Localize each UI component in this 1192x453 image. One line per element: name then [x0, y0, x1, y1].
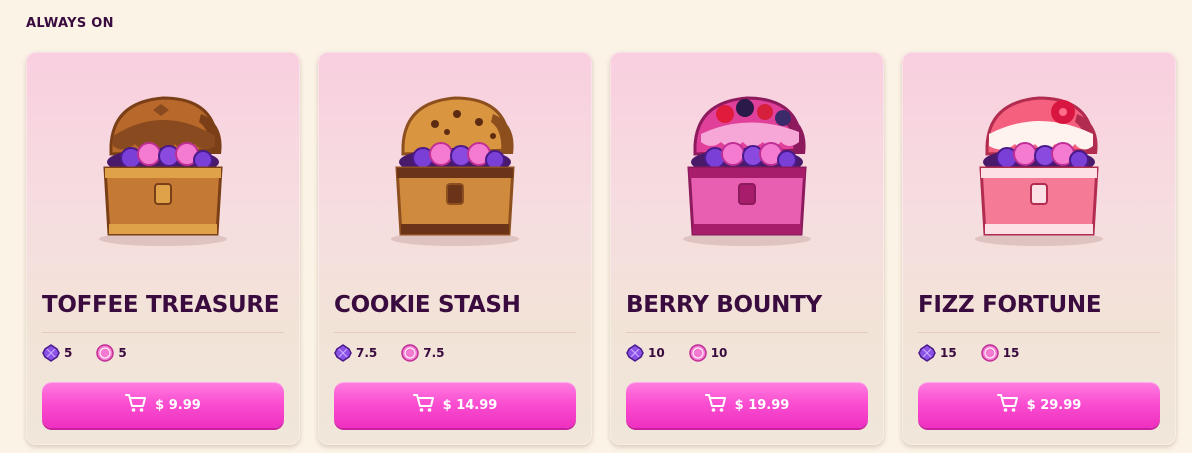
coin-reward: 10 [688, 344, 728, 362]
offer-card: FIZZ FORTUNE 15 15 $ 29.99 [902, 52, 1176, 445]
offer-title: COOKIE STASH [334, 292, 521, 318]
buy-button[interactable]: $ 19.99 [626, 382, 868, 428]
coin-reward: 15 [980, 344, 1020, 362]
chest-image [375, 84, 535, 249]
coin-amount: 5 [118, 346, 127, 360]
chest-image [83, 84, 243, 249]
offer-card: COOKIE STASH 7.5 7.5 $ 14.99 [318, 52, 592, 445]
reward-row: 10 10 [626, 344, 751, 362]
shopping-cart-icon [996, 393, 1019, 417]
shopping-cart-icon [412, 393, 435, 417]
buy-button[interactable]: $ 9.99 [42, 382, 284, 428]
price-label: $ 9.99 [155, 397, 201, 413]
divider [918, 332, 1160, 333]
purple-gem-icon [626, 344, 644, 362]
gem-reward: 10 [626, 344, 665, 362]
pink-coin-icon [96, 344, 115, 362]
pink-coin-icon [401, 344, 420, 362]
buy-button[interactable]: $ 14.99 [334, 382, 576, 428]
price-label: $ 19.99 [734, 397, 790, 413]
coin-reward: 5 [96, 344, 127, 362]
gem-amount: 10 [648, 346, 665, 360]
offer-list: TOFFEE TREASURE 5 5 $ 9.99 COOKIE STASH … [26, 52, 1176, 445]
purple-gem-icon [918, 344, 936, 362]
gem-reward: 7.5 [334, 344, 377, 362]
coin-amount: 7.5 [423, 346, 445, 360]
price-label: $ 14.99 [442, 397, 498, 413]
shopping-cart-icon [125, 393, 147, 417]
price-label: $ 29.99 [1026, 397, 1082, 413]
reward-row: 7.5 7.5 [334, 344, 469, 362]
divider [626, 332, 868, 333]
buy-button[interactable]: $ 29.99 [918, 382, 1160, 428]
gem-reward: 15 [918, 344, 957, 362]
reward-row: 5 5 [42, 344, 151, 362]
purple-gem-icon [42, 344, 60, 362]
offer-card: BERRY BOUNTY 10 10 $ 19.99 [610, 52, 884, 445]
offer-title: BERRY BOUNTY [626, 292, 822, 318]
pink-coin-icon [980, 344, 999, 362]
gem-amount: 7.5 [356, 346, 378, 360]
divider [42, 332, 284, 333]
reward-row: 15 15 [918, 344, 1043, 362]
divider [334, 332, 576, 333]
gem-amount: 5 [64, 346, 73, 360]
section-title: ALWAYS ON [26, 16, 114, 31]
offer-title: TOFFEE TREASURE [42, 292, 280, 318]
coin-amount: 15 [1002, 346, 1020, 360]
chest-image [959, 84, 1119, 249]
offer-card: TOFFEE TREASURE 5 5 $ 9.99 [26, 52, 300, 445]
purple-gem-icon [334, 344, 352, 362]
coin-reward: 7.5 [401, 344, 445, 362]
shopping-cart-icon [704, 393, 727, 417]
chest-image [667, 84, 827, 249]
offer-title: FIZZ FORTUNE [918, 292, 1102, 318]
pink-coin-icon [688, 344, 707, 362]
coin-amount: 10 [710, 346, 728, 360]
gem-amount: 15 [940, 346, 957, 360]
gem-reward: 5 [42, 344, 72, 362]
